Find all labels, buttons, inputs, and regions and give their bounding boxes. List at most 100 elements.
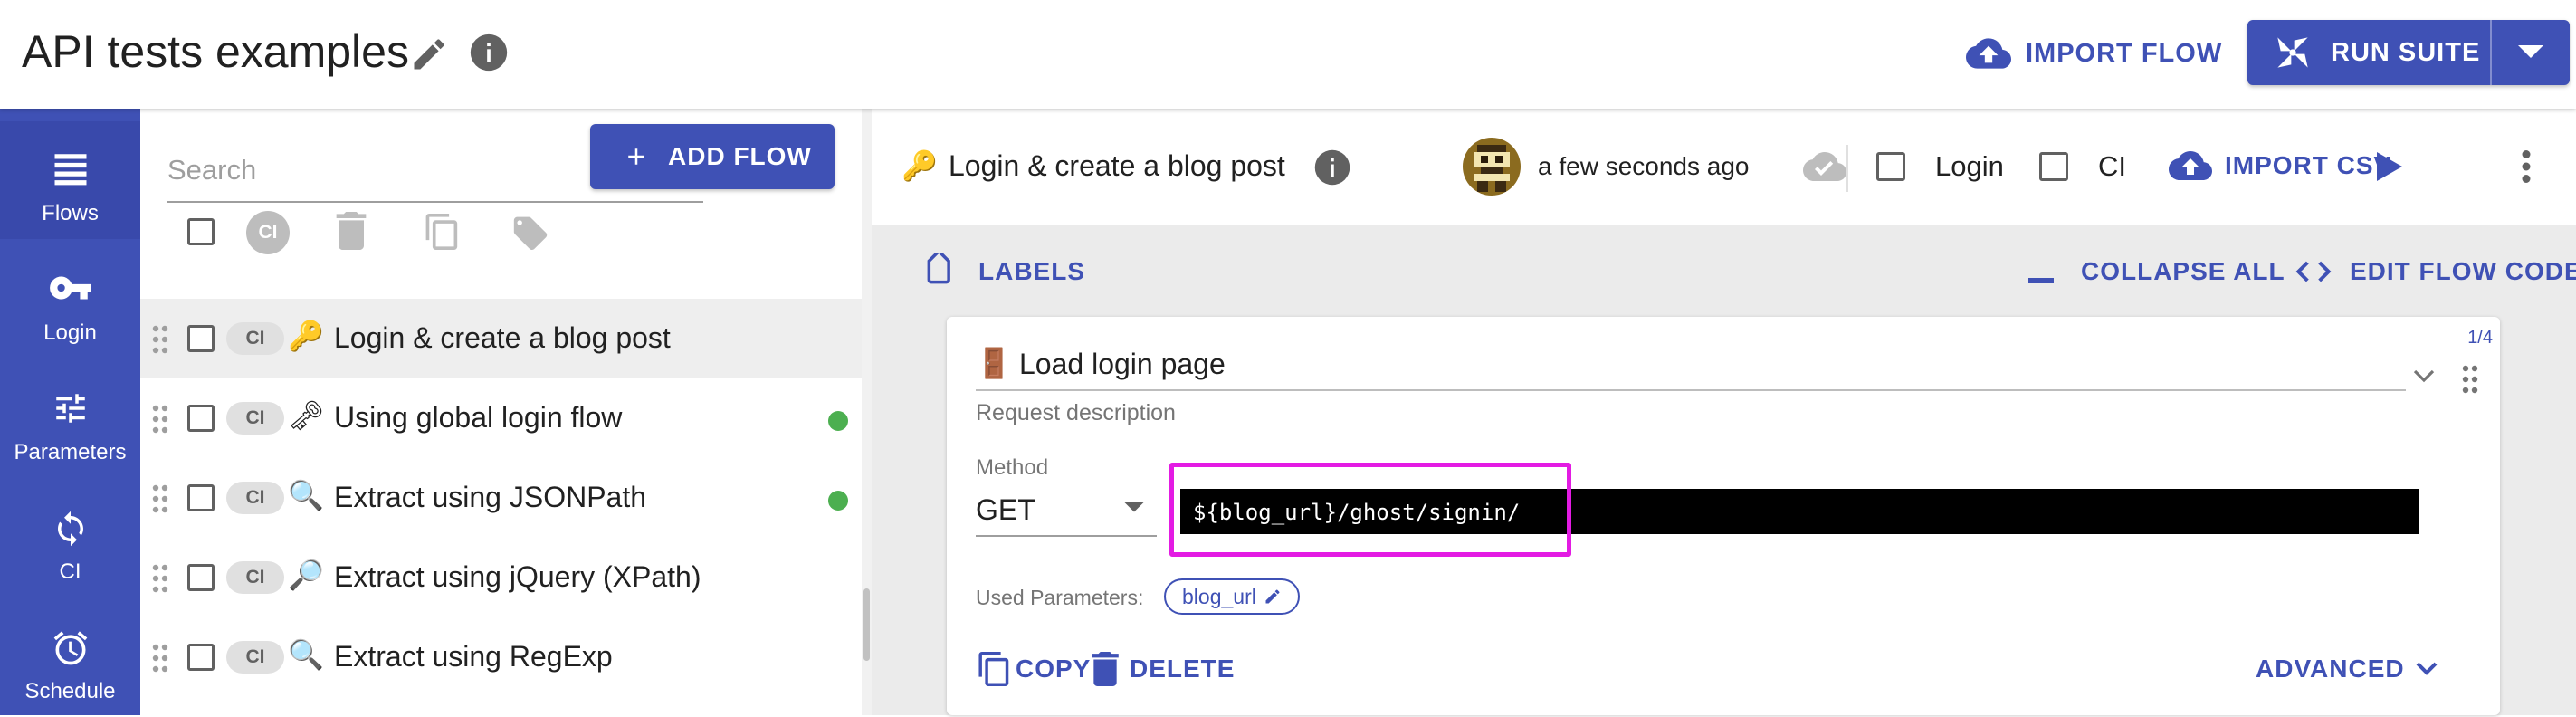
select-all-checkbox[interactable]: [187, 218, 215, 245]
import-flow-label: IMPORT FLOW: [2026, 38, 2223, 68]
nav-item-login[interactable]: Login: [0, 241, 140, 358]
caret-down-icon: [2518, 45, 2543, 58]
edit-flow-code-label: EDIT FLOW CODE: [2350, 257, 2576, 285]
ci-chip[interactable]: CI: [226, 641, 284, 674]
request-name[interactable]: Load login page: [1019, 348, 1226, 381]
more-vert-icon[interactable]: [2522, 150, 2531, 183]
drag-handle-icon[interactable]: [151, 644, 169, 673]
status-passed-dot: [828, 411, 848, 431]
import-csv-label: IMPORT CSV: [2225, 151, 2392, 179]
flow-name: Using global login flow: [334, 401, 623, 434]
list-icon: [52, 150, 90, 186]
app-title: API tests examples: [22, 26, 409, 77]
cloud-upload-icon: [2169, 148, 2212, 183]
info-icon[interactable]: [469, 33, 509, 72]
run-suite-label: RUN SUITE: [2331, 37, 2481, 67]
chevron-down-icon: [2416, 662, 2438, 676]
run-suite-main[interactable]: RUN SUITE: [2247, 20, 2490, 85]
flow-toolbar: LABELS COLLAPSE ALL EDIT FLOW CODE: [872, 225, 2576, 315]
drag-handle-icon[interactable]: [151, 564, 169, 593]
bulk-ci-button[interactable]: CI: [246, 211, 290, 254]
label-icon[interactable]: [510, 214, 550, 250]
nav-label: CI: [59, 559, 81, 584]
label-outline-icon: [919, 253, 957, 291]
drag-handle-icon[interactable]: [151, 405, 169, 434]
labels-label: LABELS: [978, 257, 1085, 285]
run-suite-dropdown[interactable]: [2492, 20, 2570, 85]
flow-emoji: 🔎: [288, 559, 324, 591]
copy-request-button[interactable]: COPY: [976, 646, 1091, 692]
expand-more-icon[interactable]: [2413, 369, 2435, 384]
plus-icon: [623, 143, 650, 170]
copy-icon[interactable]: [423, 211, 459, 253]
play-icon[interactable]: [2377, 152, 2402, 181]
minimize-icon: [2028, 278, 2054, 283]
cloud-done-icon: [1803, 152, 1846, 183]
ci-chip[interactable]: CI: [226, 322, 284, 355]
flow-checkbox[interactable]: [187, 325, 215, 352]
delete-request-button[interactable]: DELETE: [1092, 646, 1235, 692]
labels-button[interactable]: LABELS: [919, 252, 1085, 292]
drag-handle-icon[interactable]: [151, 325, 169, 354]
code-icon: [2295, 259, 2332, 284]
nav-item-flows[interactable]: Flows: [0, 121, 140, 239]
nav-item-schedule[interactable]: Schedule: [0, 599, 140, 717]
flow-list-item[interactable]: CI 🔍 Extract using RegExp: [140, 617, 862, 697]
used-params-label: Used Parameters:: [976, 586, 1144, 609]
flow-header: 🔑 Login & create a blog post a few secon…: [872, 109, 2576, 225]
delete-icon[interactable]: [336, 212, 367, 250]
flow-emoji: 🔍: [288, 479, 324, 511]
caret-down-icon: [1124, 502, 1144, 513]
run-suite-icon: [2275, 34, 2311, 71]
sync-icon: [52, 509, 90, 549]
method-select[interactable]: GET: [976, 484, 1157, 537]
header-divider: [1846, 145, 1848, 192]
app-header: API tests examples IMPORT FLOW RUN SUITE: [0, 0, 2576, 109]
flow-checkbox[interactable]: [187, 405, 215, 432]
url-highlight-box: [1169, 463, 1571, 557]
cloud-upload-icon: [1966, 35, 2011, 72]
flow-list-item[interactable]: CI 🔍 Extract using JSONPath: [140, 458, 862, 538]
request-emoji: 🚪: [976, 347, 1012, 379]
edit-title-icon[interactable]: [409, 34, 449, 74]
collapse-all-button[interactable]: COLLAPSE ALL: [2028, 252, 2285, 292]
alarm-icon: [51, 628, 91, 668]
ci-chip[interactable]: CI: [226, 482, 284, 514]
flow-checkbox[interactable]: [187, 484, 215, 511]
advanced-button[interactable]: ADVANCED: [2256, 646, 2438, 692]
panel-resizer[interactable]: [862, 109, 872, 715]
method-value: GET: [976, 493, 1035, 526]
import-csv-button[interactable]: IMPORT CSV: [2169, 143, 2391, 188]
ci-chip[interactable]: CI: [226, 402, 284, 435]
flow-editor: 🔑 Login & create a blog post a few secon…: [872, 109, 2576, 715]
flows-panel: ADD FLOW CI CI 🔑 Login & create a blog p…: [140, 109, 872, 715]
flow-list-item[interactable]: CI 🔑 Login & create a blog post: [140, 299, 862, 378]
drag-handle-icon[interactable]: [151, 484, 169, 513]
flow-checkbox[interactable]: [187, 564, 215, 591]
run-suite-button[interactable]: RUN SUITE: [2247, 20, 2570, 85]
flow-list-item[interactable]: CI 🔎 Extract using jQuery (XPath): [140, 538, 862, 617]
flow-title[interactable]: Login & create a blog post: [949, 149, 1285, 183]
login-checkbox[interactable]: [1876, 152, 1905, 181]
import-flow-button[interactable]: IMPORT FLOW: [1966, 31, 2222, 76]
nav-label: Schedule: [24, 679, 116, 703]
request-drag-handle-icon[interactable]: [2461, 364, 2479, 395]
flow-list-item[interactable]: CI 🗝 Using global login flow: [140, 378, 862, 458]
request-description[interactable]: Request description: [976, 400, 1176, 426]
flow-emoji: 🔍: [288, 638, 324, 671]
request-name-field[interactable]: 🚪 Load login page: [976, 339, 2406, 391]
nav-item-ci[interactable]: CI: [0, 480, 140, 598]
ci-checkbox[interactable]: [2039, 152, 2068, 181]
nav-item-parameters[interactable]: Parameters: [0, 360, 140, 478]
resizer-handle[interactable]: [863, 588, 870, 661]
flow-info-icon[interactable]: [1313, 148, 1351, 186]
param-chip[interactable]: blog_url: [1164, 578, 1300, 615]
add-flow-label: ADD FLOW: [668, 142, 812, 170]
delete-label: DELETE: [1130, 655, 1236, 683]
add-flow-button[interactable]: ADD FLOW: [590, 124, 835, 189]
ci-chip[interactable]: CI: [226, 561, 284, 594]
edit-flow-code-button[interactable]: EDIT FLOW CODE: [2295, 252, 2576, 292]
login-checkbox-label: Login: [1935, 150, 2004, 182]
copy-icon: [976, 649, 1010, 689]
flow-checkbox[interactable]: [187, 644, 215, 671]
